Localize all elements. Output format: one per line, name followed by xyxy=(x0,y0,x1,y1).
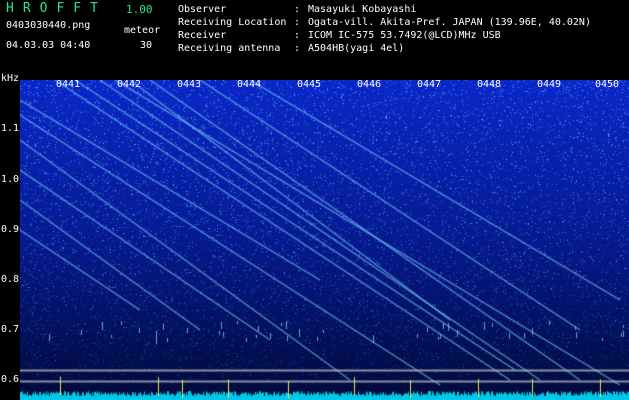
time-tick: 0441 xyxy=(56,79,81,90)
y-tick-1.1: 1.1 xyxy=(1,123,20,134)
y-tick-0.6: 0.6 xyxy=(1,374,20,385)
file-name: 0403030440.png xyxy=(6,20,91,31)
separator: : xyxy=(294,17,301,28)
time-tick: 0450 xyxy=(595,79,620,90)
receiver-row: Receiver: ICOM IC-575 53.7492(@LCD)MHz US… xyxy=(178,29,591,42)
app-title: HROFFT xyxy=(6,1,107,16)
receiver-value: ICOM IC-575 53.7492(@LCD)MHz USB xyxy=(308,30,501,41)
time-tick: 0447 xyxy=(417,79,442,90)
observer-label: Observer xyxy=(178,4,227,15)
y-tick-0.7: 0.7 xyxy=(1,324,20,335)
time-tick: 0448 xyxy=(477,79,502,90)
separator: : xyxy=(294,43,301,54)
observer-value: Masayuki Kobayashi xyxy=(308,4,417,15)
location-row: Receiving Location: Ogata-vill. Akita-Pre… xyxy=(178,16,591,29)
time-tick: 0443 xyxy=(177,79,202,90)
station-info: Observer: Masayuki Kobayashi Receiving Lo… xyxy=(178,3,591,55)
time-tick: 0445 xyxy=(297,79,322,90)
meteor-count: 30 xyxy=(140,40,153,51)
antenna-value: A504HB(yagi 4el) xyxy=(308,43,405,54)
time-tick: 0444 xyxy=(237,79,262,90)
time-tick: 0446 xyxy=(357,79,382,90)
separator: : xyxy=(294,30,301,41)
y-tick-0.9: 0.9 xyxy=(1,224,20,235)
header-panel: HROFFT 1.00 0403030440.png meteor 04.03.… xyxy=(0,0,629,80)
meteor-label: meteor xyxy=(124,25,161,36)
time-tick: 0442 xyxy=(117,79,142,90)
separator: : xyxy=(294,4,301,15)
receiver-label: Receiver xyxy=(178,30,227,41)
timestamp: 04.03.03 04:40 xyxy=(6,40,91,51)
location-label: Receiving Location xyxy=(178,17,287,28)
time-axis: 0441 0442 0443 0444 0445 0446 0447 0448 … xyxy=(0,79,629,93)
spectrogram-canvas xyxy=(20,80,629,400)
antenna-row: Receiving antenna: A504HB(yagi 4el) xyxy=(178,42,591,55)
antenna-label: Receiving antenna xyxy=(178,43,281,54)
app-version: 1.00 xyxy=(126,3,153,16)
y-tick-0.8: 0.8 xyxy=(1,274,20,285)
time-tick: 0449 xyxy=(537,79,562,90)
observer-row: Observer: Masayuki Kobayashi xyxy=(178,3,591,16)
location-value: Ogata-vill. Akita-Pref. JAPAN (139.96E, … xyxy=(308,17,591,28)
y-tick-1.0: 1.0 xyxy=(1,174,20,185)
